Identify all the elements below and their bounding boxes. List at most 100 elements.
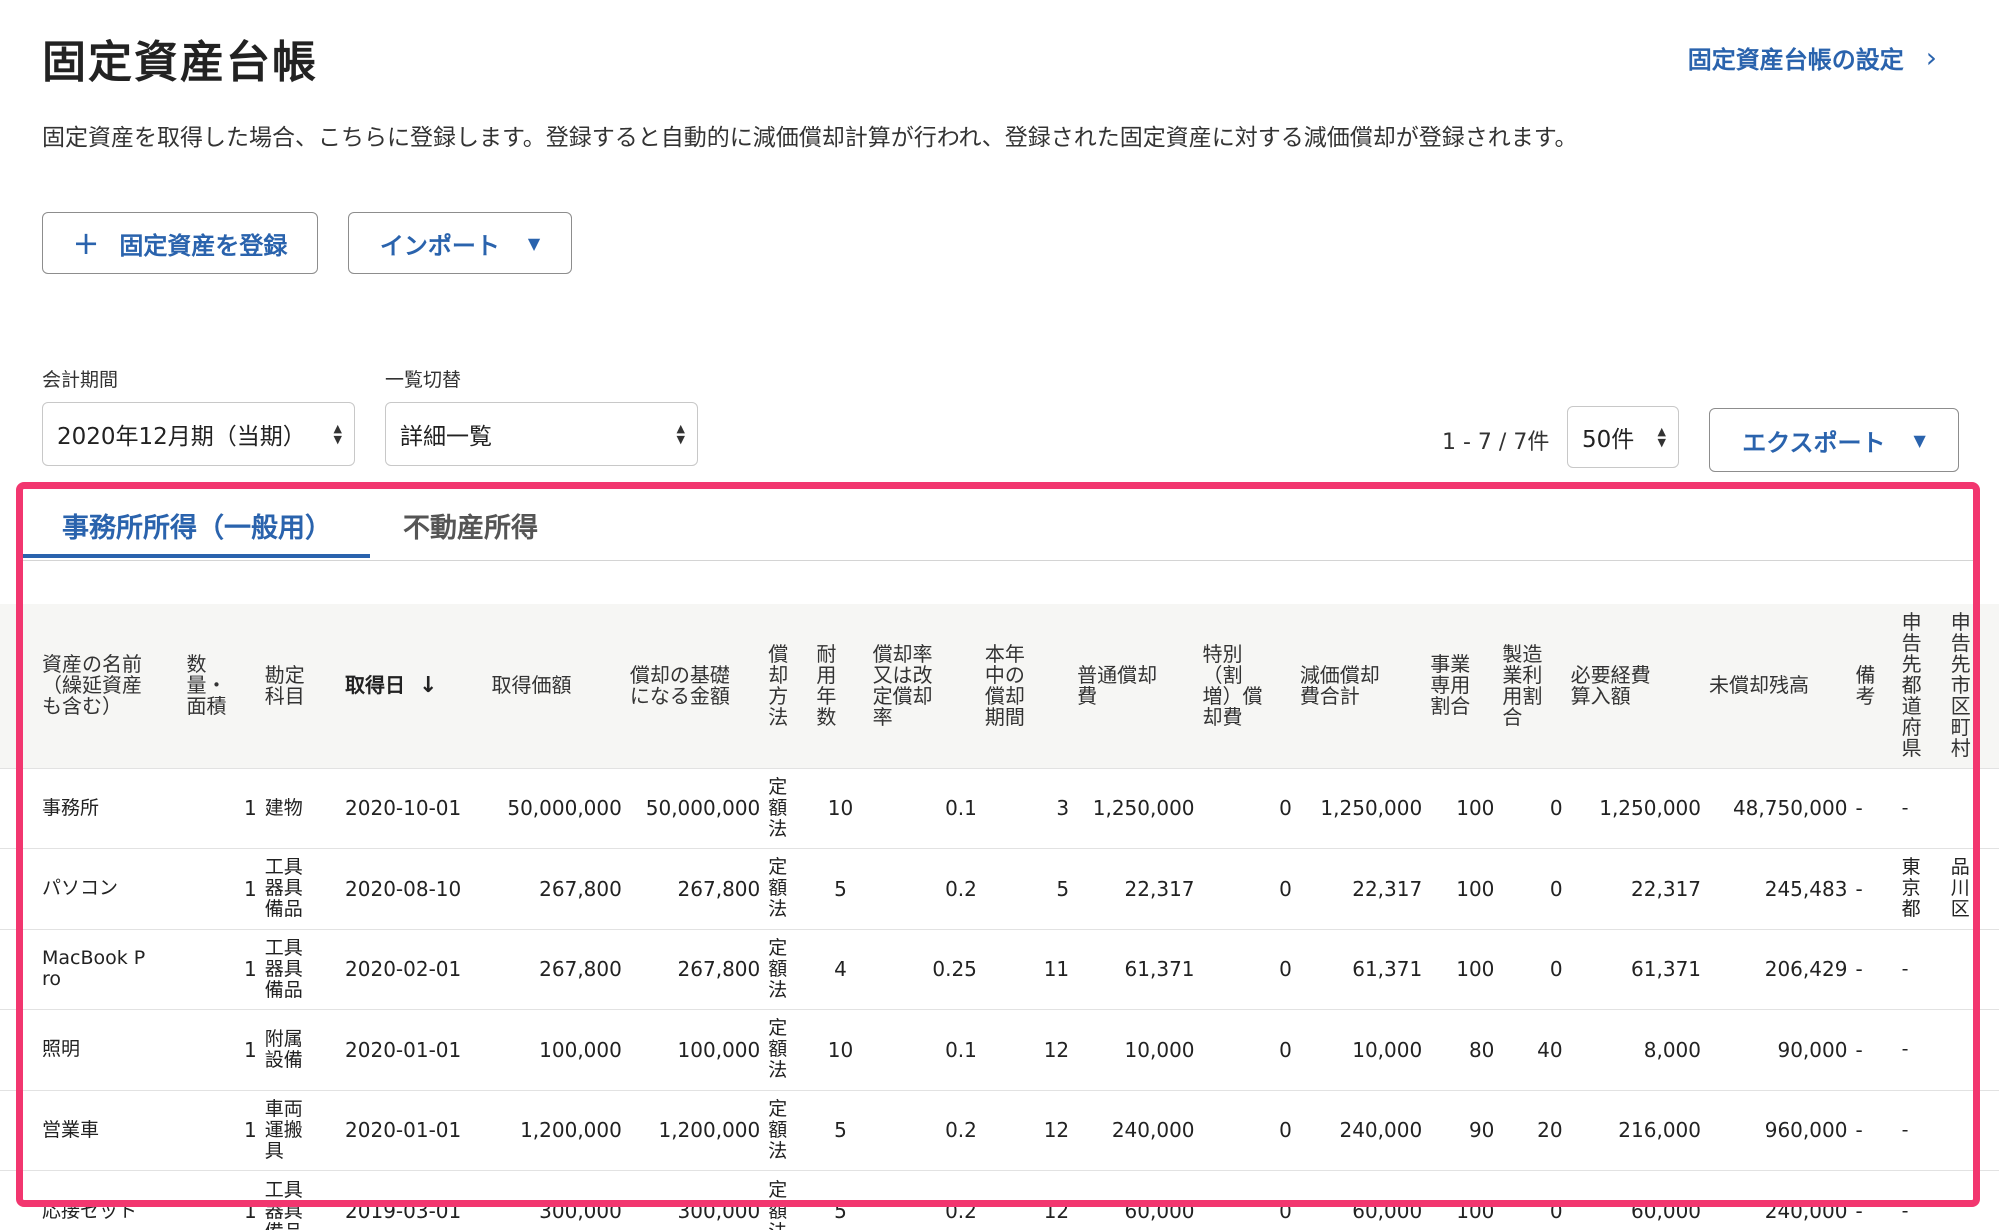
table-cell: 応接セット [42,1199,138,1222]
table-cell: 60,000 [1631,1199,1702,1223]
table-cell: 0 [1549,1199,1563,1223]
table-cell: 1,200,000 [520,1118,622,1143]
table-cell: 0 [1549,796,1563,821]
header-cell: 償却の基礎 になる金額 [629,662,730,708]
table-cell: 22,317 [1124,876,1195,901]
table-cell: 定額法 [768,1017,788,1082]
table-row[interactable]: パソコン 1 工具 器具 備品 2020-08-10 267,800 267,800 定額法 5 0… [0,848,1999,930]
table-cell: 事務所 [42,796,100,819]
table-cell [1947,1171,1999,1230]
table-cell: 2020-02-01 [345,957,462,982]
table-cell: 工具器具備品 [264,856,303,921]
tab-office-income[interactable]: 事務所所得（一般用） [62,506,332,545]
table-cell: 90,000 [1777,1037,1848,1062]
table-cell: 営業車 [42,1118,100,1141]
table-cell: 12 [1043,1037,1070,1062]
table-cell [1947,929,1999,1010]
table-cell: - [1855,796,1863,821]
table-cell: 10 [827,796,854,821]
table-cell: 300,000 [677,1199,761,1223]
table-cell: - [1901,1038,1909,1061]
caret-down-icon: ▼ [1913,430,1926,450]
table-row[interactable]: 営業車 1 車両 運搬具 2020-01-01 1,200,000 1,200,000 定額法… [0,1090,1999,1171]
table-cell: 240,000 [1764,1199,1848,1223]
table-cell: 2020-01-01 [345,1037,462,1062]
table-cell: 0 [1279,957,1292,982]
table-cell: 1 [244,876,257,901]
table-cell: 1,250,000 [1599,796,1702,821]
table-cell: 40 [1537,1037,1563,1062]
table-cell: 100 [1456,796,1495,821]
table-cell: 48,750,000 [1732,796,1848,821]
header-cell: 本年 中の 償却 期間 [984,641,1025,729]
active-tab-indicator [20,554,370,558]
header-cell: 数量・ 面積 [186,652,227,719]
table-cell: 0.2 [945,876,977,901]
export-button[interactable]: エクスポート ▼ [1709,408,1959,472]
acquired-date-header: 取得日 [345,673,406,698]
table-cell: 1,250,000 [1092,796,1195,821]
table-cell: 定額法 [768,856,788,921]
table-cell: 0 [1279,1199,1292,1223]
import-button[interactable]: インポート ▼ [348,212,572,274]
header-cell: 減価償却 費合計 [1299,662,1380,708]
header-cell-sorted[interactable]: 取得日 ↓ [341,604,487,768]
select-arrows-icon: ▲ ▼ [1657,425,1666,449]
table-row[interactable]: 応接セット 1 工具器具備品 2019-03-01 300,000 300,000 定額法 5… [0,1170,1999,1230]
table-cell: 1 [244,1199,257,1223]
table-cell: 50,000,000 [507,796,622,821]
table-cell: 100,000 [539,1037,622,1062]
table-cell: 240,000 [1339,1118,1423,1143]
chevron-right-icon: › [1925,41,1937,74]
header-cell: 未償却残高 [1709,673,1810,698]
table-cell: パソコン [42,877,119,900]
table-cell: 定額法 [768,1178,788,1230]
table-row[interactable]: MacBook Pro 1 工具 器具 備品 2020-02-01 267,800 267,8… [0,929,1999,1010]
table-cell: 61,371 [1124,957,1195,982]
table-cell [1947,1090,1999,1171]
settings-link[interactable]: 固定資産台帳の設定 › [1688,40,1937,75]
table-cell: 1 [244,796,257,821]
table-cell: 216,000 [1618,1118,1702,1143]
header-cell: 必要経費 算入額 [1570,662,1651,708]
view-select[interactable]: 詳細一覧 ▲ ▼ [385,402,698,466]
table-cell: 0.1 [945,796,977,821]
table-cell: 60,000 [1124,1199,1195,1223]
table-row[interactable]: 照明 1 附属 設備 2020-01-01 100,000 100,000 定額法 10 0.1 1… [0,1009,1999,1091]
table-cell: 1 [244,1037,257,1062]
table-cell: 0.2 [945,1118,977,1143]
period-select-value: 2020年12月期（当期） [57,424,306,450]
table-cell: - [1855,876,1863,901]
table-cell: 4 [834,957,847,982]
settings-link-label: 固定資産台帳の設定 [1687,46,1904,74]
table-row[interactable]: 事務所 1 建物 2020-10-01 50,000,000 50,000,000 定額法 1… [0,768,1999,849]
period-select[interactable]: 2020年12月期（当期） ▲ ▼ [42,402,355,466]
header-cell: 資産の名前 （繰延資産 も含む） [42,652,142,719]
table-cell: 0 [1279,1118,1292,1143]
income-tabs: 事務所所得（一般用） 不動産所得 [20,486,1980,561]
header-cell: 特別 （割 増）償 却費 [1202,641,1263,729]
asset-table-container[interactable]: 資産の名前 （繰延資産 も含む） 数量・ 面積 勘定 科目 取得日 ↓ 取得価額 償却の基… [0,604,1999,1230]
table-cell: 10 [827,1037,854,1062]
header-cell: 耐用年数 [816,641,837,729]
table-cell [1947,768,1999,849]
table-cell: 5 [1056,876,1070,901]
table-cell: 267,800 [677,876,761,901]
register-asset-button[interactable]: + 固定資産を登録 [42,212,318,274]
table-cell: MacBook Pro [42,947,146,991]
table-cell: - [1855,1037,1863,1062]
table-cell: 2020-08-10 [345,876,462,901]
tab-real-estate-income[interactable]: 不動産所得 [403,506,538,545]
header-cell: 申告先都道府県 [1901,610,1922,761]
table-cell: 5 [834,876,847,901]
table-cell: 定額法 [768,775,788,840]
table-cell: 車両 運搬具 [264,1097,303,1162]
table-cell: 206,429 [1764,957,1848,982]
table-cell: 0 [1549,957,1563,982]
arrow-down-icon: ↓ [419,673,438,699]
table-cell: 10,000 [1124,1037,1195,1062]
per-page-value: 50件 [1582,427,1635,453]
per-page-select[interactable]: 50件 ▲ ▼ [1567,406,1679,468]
table-cell: - [1855,957,1863,982]
table-cell: 2020-01-01 [345,1118,462,1143]
